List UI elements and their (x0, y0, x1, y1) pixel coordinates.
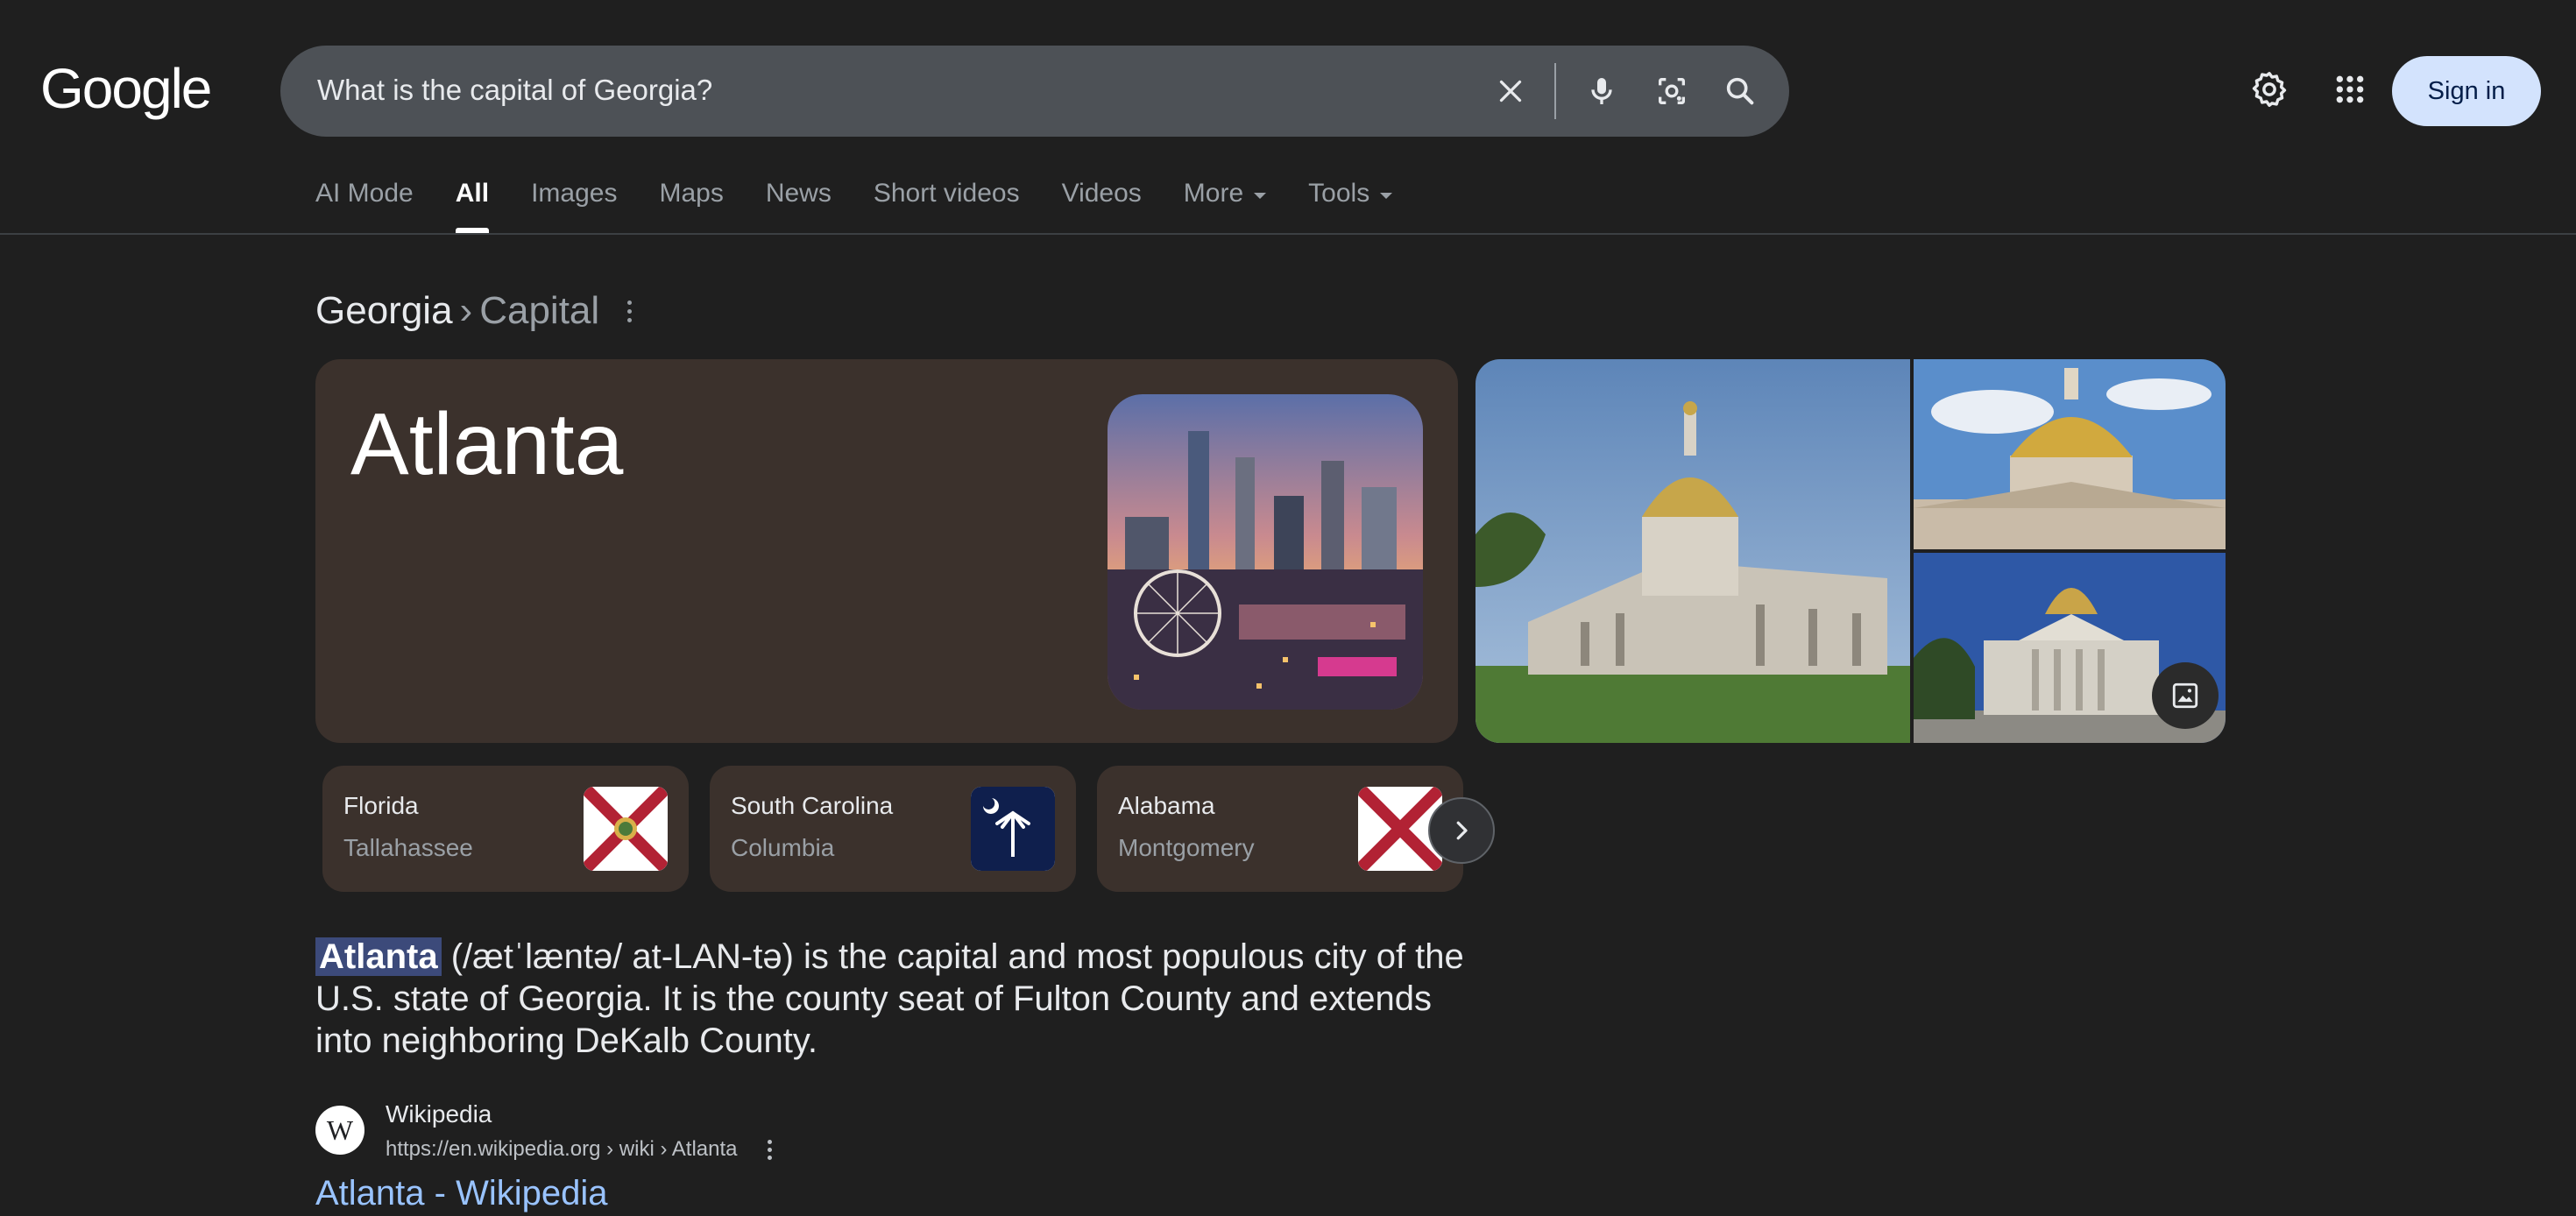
description-text: (/ætˈlæntə/ at-LAN-tə) is the capital an… (315, 937, 1464, 1060)
source-more-options-icon[interactable] (762, 1137, 776, 1162)
image-icon (2172, 682, 2198, 709)
tab-videos[interactable]: Videos (1062, 179, 1142, 231)
source-link-title[interactable]: Atlanta - Wikipedia (315, 1174, 607, 1213)
dome-illustration (1914, 359, 2226, 549)
tab-label: Maps (659, 179, 724, 208)
tab-tools[interactable]: Tools (1308, 179, 1393, 231)
sign-in-button[interactable]: Sign in (2392, 56, 2541, 126)
description-highlight: Atlanta (315, 937, 442, 976)
related-state: Florida (343, 792, 419, 819)
voice-search-button[interactable] (1579, 68, 1624, 114)
search-icon (1726, 77, 1754, 105)
related-state: South Carolina (731, 792, 894, 819)
breadcrumb-topic[interactable]: Georgia (315, 289, 453, 333)
tab-label: News (765, 179, 832, 208)
settings-button[interactable] (2245, 65, 2294, 114)
more-options-icon[interactable] (620, 293, 638, 329)
capitol-dome-photo[interactable] (1914, 359, 2226, 549)
lens-icon (1659, 78, 1685, 104)
related-card-florida[interactable]: Florida Tallahassee (322, 766, 689, 892)
microphone-icon (1591, 78, 1612, 104)
tab-all[interactable]: All (455, 179, 490, 233)
breadcrumb: Georgia › Capital (315, 289, 638, 333)
source-url[interactable]: https://en.wikipedia.org › wiki › Atlant… (386, 1137, 738, 1162)
tab-label: More (1183, 179, 1244, 208)
breadcrumb-attribute: Capital (479, 289, 600, 332)
wikipedia-favicon-icon: W (315, 1106, 364, 1155)
search-divider (1554, 63, 1556, 119)
tab-maps[interactable]: Maps (659, 179, 723, 231)
florida-flag-icon (584, 787, 668, 871)
answer-title: Atlanta (350, 395, 624, 493)
tab-short-videos[interactable]: Short videos (874, 179, 1020, 231)
search-input[interactable]: What is the capital of Georgia? (317, 74, 712, 107)
clear-search-button[interactable] (1488, 68, 1533, 114)
breadcrumb-separator: › (459, 289, 473, 332)
image-gallery (1476, 359, 2226, 743)
search-box[interactable]: What is the capital of Georgia? (280, 46, 1789, 137)
related-capitals: Florida Tallahassee South Carolina Colum… (322, 766, 1463, 892)
source-name[interactable]: Wikipedia (386, 1100, 492, 1128)
south-carolina-flag-icon (971, 787, 1055, 871)
google-logo[interactable]: Google (40, 56, 212, 121)
capitol-building-photo[interactable] (1476, 359, 1910, 743)
tab-label: Short videos (873, 179, 1020, 208)
caret-down-icon (1380, 193, 1393, 199)
settings-icon (2252, 72, 2287, 107)
related-card-alabama[interactable]: Alabama Montgomery (1097, 766, 1463, 892)
tab-more[interactable]: More (1183, 179, 1267, 231)
tab-images[interactable]: Images (531, 179, 617, 231)
tab-label: Videos (1061, 179, 1142, 208)
skyline-illustration (1108, 394, 1423, 710)
city-skyline-photo[interactable] (1108, 394, 1423, 710)
related-capital: Columbia (731, 834, 835, 861)
related-state: Alabama (1118, 792, 1215, 819)
more-images-button[interactable] (2152, 662, 2219, 729)
search-submit-button[interactable] (1717, 68, 1763, 114)
tab-label: All (455, 179, 490, 208)
answer-description: Atlanta (/ætˈlæntə/ at-LAN-tə) is the ca… (315, 936, 1490, 1062)
header-divider (0, 233, 2576, 235)
tab-label: AI Mode (315, 179, 414, 208)
answer-card[interactable]: Atlanta (315, 359, 1458, 743)
tab-ai-mode[interactable]: AI Mode (315, 179, 414, 231)
close-icon (1499, 80, 1522, 103)
related-capital: Montgomery (1118, 834, 1255, 861)
related-card-south-carolina[interactable]: South Carolina Columbia (710, 766, 1076, 892)
capitol-illustration (1476, 359, 1910, 743)
apps-grid-icon (2336, 75, 2364, 103)
google-apps-button[interactable] (2325, 65, 2374, 114)
caret-down-icon (1254, 193, 1267, 199)
tab-news[interactable]: News (766, 179, 832, 231)
tab-label: Tools (1308, 179, 1370, 208)
chevron-right-icon (1456, 821, 1468, 840)
lens-search-button[interactable] (1649, 68, 1695, 114)
search-tabs: AI Mode All Images Maps News Short video… (315, 179, 1434, 233)
related-capital: Tallahassee (343, 834, 473, 861)
tab-label: Images (531, 179, 618, 208)
next-related-button[interactable] (1428, 797, 1495, 864)
